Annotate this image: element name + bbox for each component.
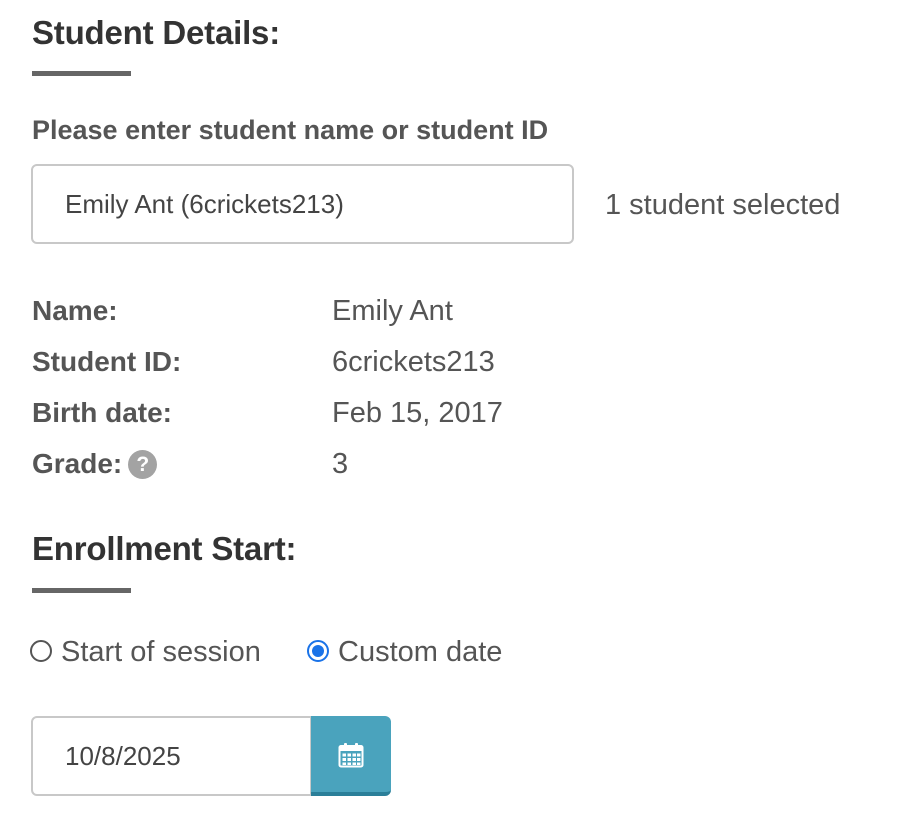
enrollment-start-title: Enrollment Start:	[32, 530, 297, 567]
radio-custom-date-label[interactable]: Custom date	[338, 632, 502, 672]
name-label: Name:	[32, 295, 118, 326]
radio-start-of-session-label[interactable]: Start of session	[61, 632, 261, 672]
student-details-underline	[32, 71, 131, 76]
selected-count-text: 1 student selected	[605, 189, 841, 221]
grade-label-group: Grade:?	[32, 444, 158, 484]
student-id-value: 6crickets213	[332, 346, 495, 378]
student-details-title: Student Details:	[32, 14, 280, 51]
detail-row-birth-date: Birth date: Feb 15, 2017	[32, 393, 632, 433]
birth-date-value: Feb 15, 2017	[332, 397, 503, 429]
calendar-icon	[338, 743, 364, 768]
grade-label: Grade:	[32, 448, 123, 479]
calendar-button[interactable]	[311, 716, 391, 796]
name-value: Emily Ant	[332, 295, 453, 327]
detail-row-name: Name: Emily Ant	[32, 291, 632, 331]
student-search-prompt: Please enter student name or student ID	[32, 115, 549, 145]
enrollment-start-underline	[32, 588, 131, 593]
student-id-label: Student ID:	[32, 346, 182, 377]
student-search-input[interactable]	[31, 164, 574, 244]
grade-value: 3	[332, 448, 349, 480]
radio-start-of-session-circle[interactable]	[30, 640, 52, 662]
custom-date-input[interactable]	[31, 716, 312, 796]
detail-row-student-id: Student ID: 6crickets213	[32, 342, 632, 382]
help-icon[interactable]: ?	[128, 450, 158, 479]
detail-row-grade: Grade:? 3	[32, 444, 632, 484]
birth-date-label: Birth date:	[32, 397, 172, 428]
radio-custom-date-circle[interactable]	[307, 640, 329, 662]
